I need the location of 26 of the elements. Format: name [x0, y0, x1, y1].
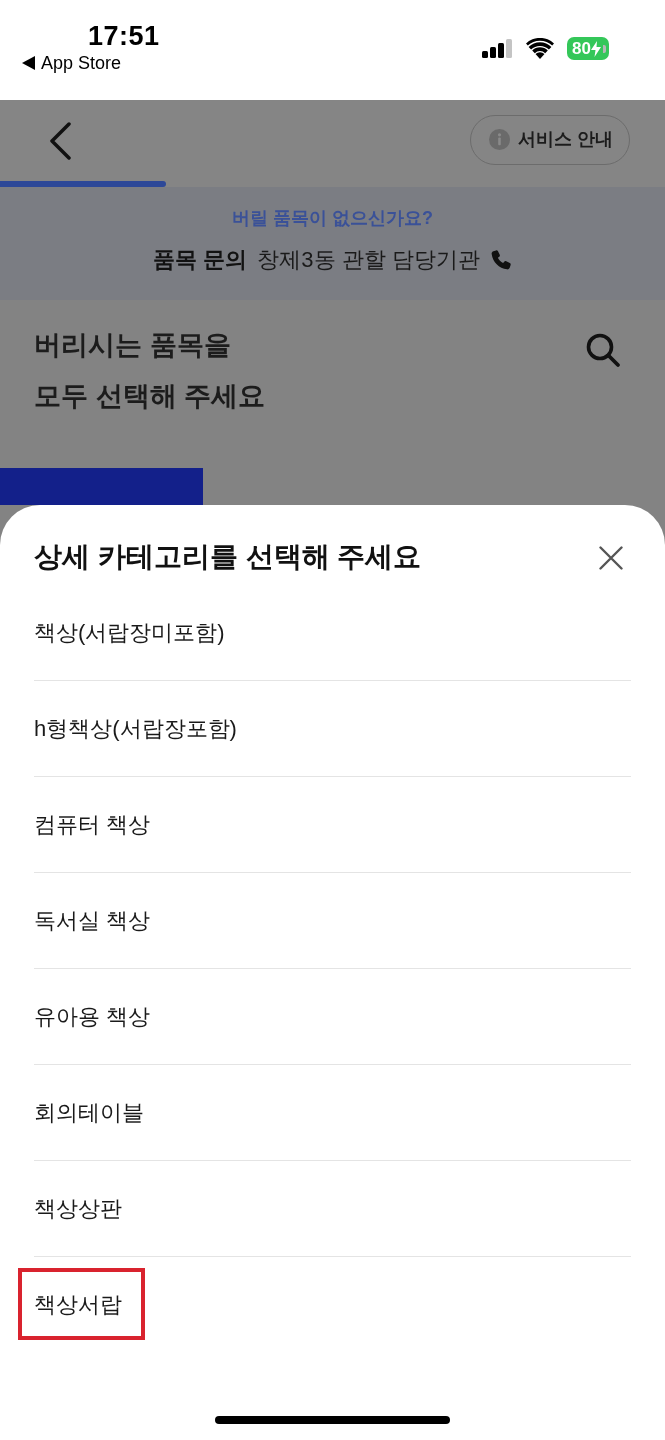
category-option[interactable]: 컴퓨터 책상	[34, 777, 631, 873]
category-option[interactable]: 회의테이블	[34, 1065, 631, 1161]
category-option[interactable]: h형책상(서랍장포함)	[34, 681, 631, 777]
category-option[interactable]: 독서실 책상	[34, 873, 631, 969]
signal-icon	[482, 39, 514, 58]
category-option[interactable]: 책상서랍	[34, 1257, 631, 1353]
inquiry-label: 품목 문의	[153, 246, 248, 274]
category-option[interactable]: 유아용 책상	[34, 969, 631, 1065]
close-icon	[599, 546, 623, 570]
wifi-icon	[526, 38, 555, 59]
inquiry-target-link[interactable]: 창제3동 관할 담당기관	[257, 245, 480, 275]
bolt-icon	[591, 40, 601, 57]
info-icon	[489, 129, 510, 150]
back-triangle-icon	[22, 56, 35, 70]
search-icon[interactable]	[585, 332, 621, 368]
category-option[interactable]: 책상(서랍장미포함)	[34, 585, 631, 681]
back-icon[interactable]	[48, 121, 72, 160]
status-time: 17:51	[88, 20, 160, 52]
category-option[interactable]: 책상상판	[34, 1161, 631, 1257]
battery-level-text: 80	[572, 38, 591, 59]
phone-icon[interactable]	[489, 249, 512, 271]
close-button[interactable]	[599, 546, 623, 570]
sheet-title: 상세 카테고리를 선택해 주세요	[34, 540, 422, 574]
page-title: 버리시는 품목을 모두 선택해 주세요	[34, 329, 265, 413]
service-info-button[interactable]: 서비스 안내	[470, 114, 630, 165]
back-to-app-link[interactable]: App Store	[22, 52, 160, 74]
